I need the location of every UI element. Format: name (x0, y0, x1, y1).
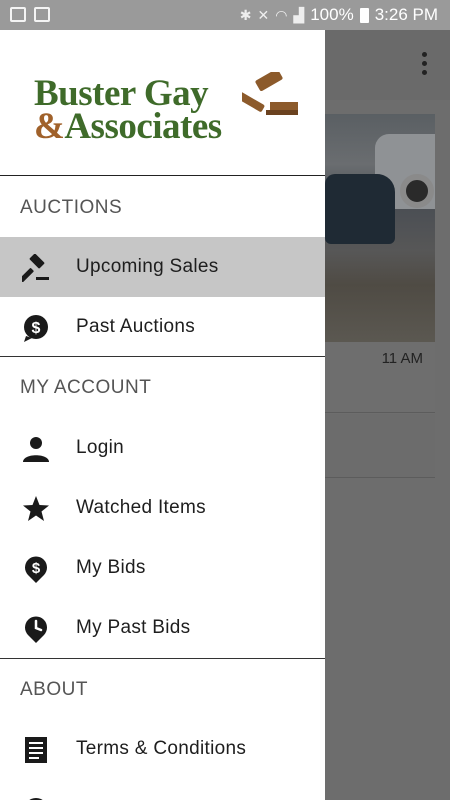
dollar-pin-icon: $ (25, 556, 47, 583)
section-title: MY ACCOUNT (20, 377, 152, 398)
drawer-header: Buster Gay &Associates (0, 30, 325, 176)
menu-item-label: My Past Bids (76, 617, 191, 638)
logo-ampersand: & (34, 106, 65, 147)
menu-item-label: My Bids (76, 557, 146, 578)
gallery-notification-icon (10, 7, 26, 22)
wheel-shape (400, 174, 434, 208)
menu-item-my-past-bids[interactable]: My Past Bids (0, 598, 325, 658)
menu-item-watched-items[interactable]: Watched Items (0, 478, 325, 538)
background-screen: 11 AM (325, 30, 450, 800)
background-toolbar (325, 30, 450, 100)
svg-text:$: $ (32, 320, 41, 337)
menu-item-my-bids[interactable]: $ My Bids (0, 538, 325, 598)
menu-item-login[interactable]: Login (0, 418, 325, 478)
gavel-icon (22, 254, 49, 282)
dollar-bubble-icon: $ (24, 315, 48, 342)
company-logo: Buster Gay &Associates (34, 72, 298, 147)
sale-time-text: 11 AM (381, 350, 423, 367)
gavel-logo-icon (242, 72, 298, 115)
bluetooth-icon: ✱ (239, 6, 252, 23)
section-title: AUCTIONS (20, 197, 123, 218)
menu-item-partial[interactable] (0, 779, 325, 800)
battery-percent: 100% (310, 5, 354, 24)
logo-line2: &Associates (34, 105, 222, 148)
document-icon (25, 737, 47, 763)
car-shape (325, 174, 395, 244)
background-sale-card: 11 AM (325, 114, 435, 414)
menu-item-label: Terms & Conditions (76, 738, 247, 759)
menu-item-label: Past Auctions (76, 316, 196, 337)
section-header-auctions: AUCTIONS (0, 177, 325, 237)
background-sale-card (325, 414, 435, 478)
menu-item-label: Upcoming Sales (76, 256, 219, 277)
navigation-drawer: Buster Gay &Associates AUCTIONS Upcoming… (0, 30, 325, 800)
section-title: ABOUT (20, 679, 88, 700)
svg-text:$: $ (32, 560, 41, 577)
menu-item-label: Login (76, 437, 124, 458)
clock-pin-icon (25, 616, 47, 643)
circle-icon (29, 798, 43, 800)
star-icon (23, 496, 49, 521)
section-header-my-account: MY ACCOUNT (0, 357, 325, 417)
person-icon (23, 437, 49, 462)
menu-item-upcoming-sales[interactable]: Upcoming Sales (0, 237, 325, 297)
menu-item-label: Watched Items (76, 497, 206, 518)
mute-icon: ✕ (257, 6, 270, 23)
section-header-about: ABOUT (0, 659, 325, 719)
status-time: 3:26 PM (374, 5, 438, 24)
mail-notification-icon (34, 7, 50, 22)
menu-item-terms-conditions[interactable]: Terms & Conditions (0, 719, 325, 779)
overflow-menu-icon[interactable] (422, 52, 428, 76)
wifi-icon: ◠ (275, 6, 288, 23)
signal-icon: ▟ (293, 6, 305, 23)
menu-item-past-auctions[interactable]: $ Past Auctions (0, 297, 325, 357)
status-bar: ✱ ✕ ◠ ▟ 100% 3:26 PM (0, 0, 450, 30)
sale-photo (325, 114, 435, 342)
battery-icon (359, 7, 369, 23)
logo-line2-text: Associates (64, 106, 222, 147)
divider (325, 412, 435, 413)
